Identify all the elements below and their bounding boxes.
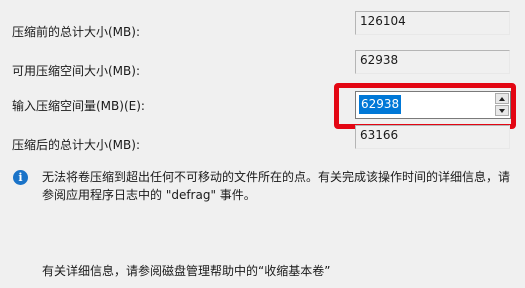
available-space-value-field: 62938	[355, 50, 510, 74]
total-after-label: 压缩后的总计大小(MB):	[12, 138, 140, 152]
total-after-value-field: 63166	[355, 125, 510, 149]
total-before-value-field: 126104	[355, 11, 510, 35]
total-before-label: 压缩前的总计大小(MB):	[12, 25, 140, 39]
info-message: 无法将卷压缩到超出任何不可移动的文件所在的点。有关完成该操作时间的详细信息，请 …	[42, 168, 517, 204]
red-highlight-box	[334, 83, 516, 129]
info-message-line-2: 参阅应用程序日志中的 "defrag" 事件。	[42, 188, 256, 202]
info-message-line-1: 无法将卷压缩到超出任何不可移动的文件所在的点。有关完成该操作时间的详细信息，请	[42, 170, 511, 184]
info-icon: i	[13, 170, 28, 185]
shrink-amount-label: 输入压缩空间量(MB)(E):	[12, 99, 145, 113]
available-space-label: 可用压缩空间大小(MB):	[12, 64, 140, 78]
help-reference-text: 有关详细信息，请参阅磁盘管理帮助中的“收缩基本卷”	[42, 264, 331, 278]
